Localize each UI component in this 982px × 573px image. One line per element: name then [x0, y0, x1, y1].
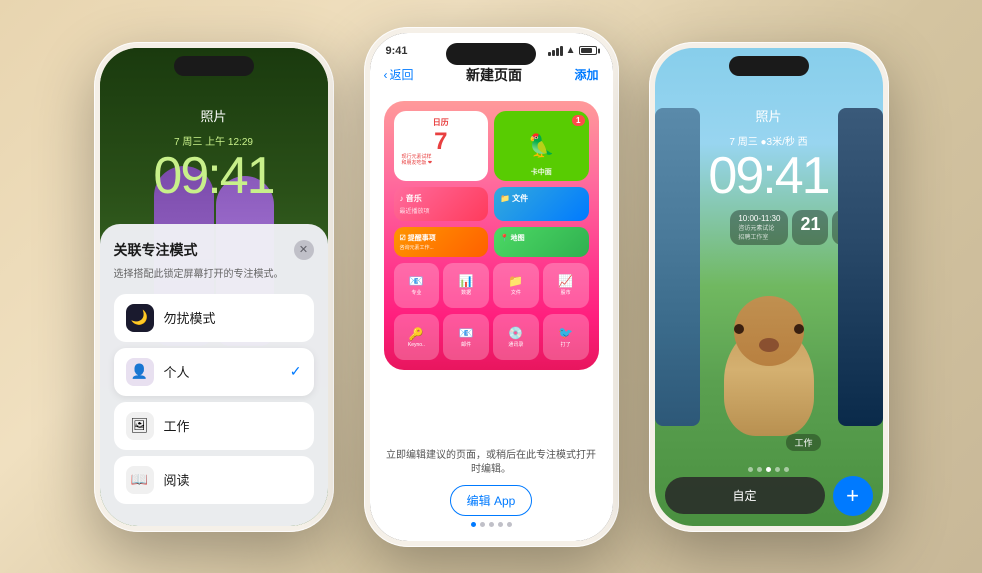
app-grid-preview: 日历 7 现行元素试样和朋友吃饭 ❤ 🦜 1 卡中面	[384, 101, 599, 371]
maps-widget: 📍 地图	[494, 227, 589, 257]
small-app-files[interactable]: 📁 文件	[493, 263, 539, 309]
small-apps-row-1: 📧 专业 📊 数据 📁 文件 📈 股市	[394, 263, 589, 309]
phone1-time-small: 7 周三 上午 12:29	[100, 133, 328, 148]
dnd-label: 勿扰模式	[164, 308, 302, 327]
small-apps-row-2: 🔑 Keyno.. 📧 邮件 💿 通讯录 🐦	[394, 314, 589, 360]
status-time: 9:41	[386, 45, 408, 57]
reading-icon: 📖	[126, 466, 154, 494]
dnd-icon: 🌙	[126, 304, 154, 332]
duolingo-owl-icon: 🦜	[528, 133, 555, 159]
phone3-dot-2	[757, 467, 762, 472]
footer-description: 立即编辑建议的页面，或稍后在此专注模式打开时编辑。	[384, 449, 599, 477]
phone3-calendar-widget: 21	[792, 210, 828, 245]
personal-icon: 👤	[126, 358, 154, 386]
small-app-mail[interactable]: 📧 专业	[394, 263, 440, 309]
phone-right: 照片 7 周三 ●3米/秒 西 09:41 10:00-11:30 咨访元素试论…	[649, 42, 889, 532]
small-app-email[interactable]: 📧 邮件	[443, 314, 489, 360]
small-app-stocks[interactable]: 📈 股市	[543, 263, 589, 309]
phone3-bottom-controls: 工作 自定 +	[655, 433, 883, 526]
nav-title: 新建页面	[466, 65, 522, 85]
phone3-dot-5	[784, 467, 789, 472]
phone1-time-big: 09:41	[100, 150, 328, 202]
calendar-widget: 日历 7 现行元素试样和朋友吃饭 ❤	[394, 111, 489, 181]
calendar-day: 7	[402, 130, 481, 154]
focus-item-reading[interactable]: 📖 阅读	[114, 456, 314, 504]
phone3-dot-1	[748, 467, 753, 472]
widget-row-1: 日历 7 现行元素试样和朋友吃饭 ❤ 🦜 1 卡中面	[394, 111, 589, 181]
dot-1	[471, 522, 476, 527]
customize-button[interactable]: 自定	[665, 477, 825, 514]
edit-app-button[interactable]: 编辑 App	[450, 485, 533, 516]
focus-item-personal[interactable]: 👤 个人 ✓	[114, 348, 314, 396]
focus-item-work[interactable]: 🖼 工作	[114, 402, 314, 450]
work-label: 工作	[164, 416, 302, 435]
work-icon: 🖼	[126, 412, 154, 440]
app-preview-area: 日历 7 现行元素试样和朋友吃饭 ❤ 🦜 1 卡中面	[370, 93, 613, 439]
focus-modal-title: 关联专注模式	[114, 240, 198, 260]
personal-label: 个人	[164, 362, 280, 381]
dot-4	[498, 522, 503, 527]
focus-modal-desc: 选择搭配此锁定屏幕打开的专注模式。	[114, 268, 314, 282]
phone3-time-widget: 10:00-11:30 咨访元素试论 招聘工作室	[730, 210, 788, 245]
phone2-footer: 立即编辑建议的页面，或稍后在此专注模式打开时编辑。 编辑 App	[370, 439, 613, 541]
small-app-contacts[interactable]: 💿 通讯录	[493, 314, 539, 360]
plus-button[interactable]: +	[833, 476, 873, 516]
dot-5	[507, 522, 512, 527]
work-badge: 工作	[786, 434, 820, 451]
phone1-title: 照片	[100, 76, 328, 133]
dog-photo	[714, 296, 824, 436]
calendar-event-1: 现行元素试样和朋友吃饭 ❤	[402, 154, 481, 166]
close-button[interactable]: ✕	[294, 240, 314, 260]
personal-check: ✓	[290, 363, 302, 380]
dot-3	[489, 522, 494, 527]
duolingo-label: 卡中面	[494, 167, 589, 177]
music-widget: ♪ 音乐 最近播放项	[394, 187, 489, 221]
focus-modal: 关联专注模式 ✕ 选择搭配此锁定屏幕打开的专注模式。 🌙 勿扰模式 👤 个人 ✓…	[100, 224, 328, 526]
widget-row-2: ♪ 音乐 最近播放项 📁 文件	[394, 187, 589, 221]
page-dots	[384, 516, 599, 531]
phone2-navbar: ‹ 返回 新建页面 添加	[370, 61, 613, 93]
small-app-keynote[interactable]: 🔑 Keyno..	[394, 314, 440, 360]
widget-row-3: ☑ 提醒事项 咨询元素工作... 📍 地图	[394, 227, 589, 257]
notch	[174, 56, 254, 76]
phone3-dot-3-active	[766, 467, 771, 472]
phone3-notch	[729, 56, 809, 76]
camera-pill	[446, 43, 536, 65]
status-icons: ▲	[548, 45, 597, 56]
focus-item-dnd[interactable]: 🌙 勿扰模式	[114, 294, 314, 342]
dot-2	[480, 522, 485, 527]
small-app-data[interactable]: 📊 数据	[443, 263, 489, 309]
small-app-twitter[interactable]: 🐦 打了	[543, 314, 589, 360]
add-button[interactable]: 添加	[574, 66, 598, 83]
phone3-right-panel	[838, 108, 883, 426]
phone3-left-panel	[655, 108, 700, 426]
files-widget: 📁 文件	[494, 187, 589, 221]
duolingo-streak: 1	[572, 115, 584, 126]
reading-label: 阅读	[164, 470, 302, 489]
phone-left: 照片 7 周三 上午 12:29 09:41 关联专注模式 ✕ 选择搭配此锁定屏…	[94, 42, 334, 532]
back-button[interactable]: ‹ 返回	[384, 66, 414, 83]
phone3-dot-4	[775, 467, 780, 472]
duolingo-widget: 🦜 1 卡中面	[494, 111, 589, 181]
phone3-page-dots	[665, 461, 873, 476]
phone-center: 9:41 ▲ ‹ 返回 新	[364, 27, 619, 547]
reminder-widget: ☑ 提醒事项 咨询元素工作...	[394, 227, 489, 257]
